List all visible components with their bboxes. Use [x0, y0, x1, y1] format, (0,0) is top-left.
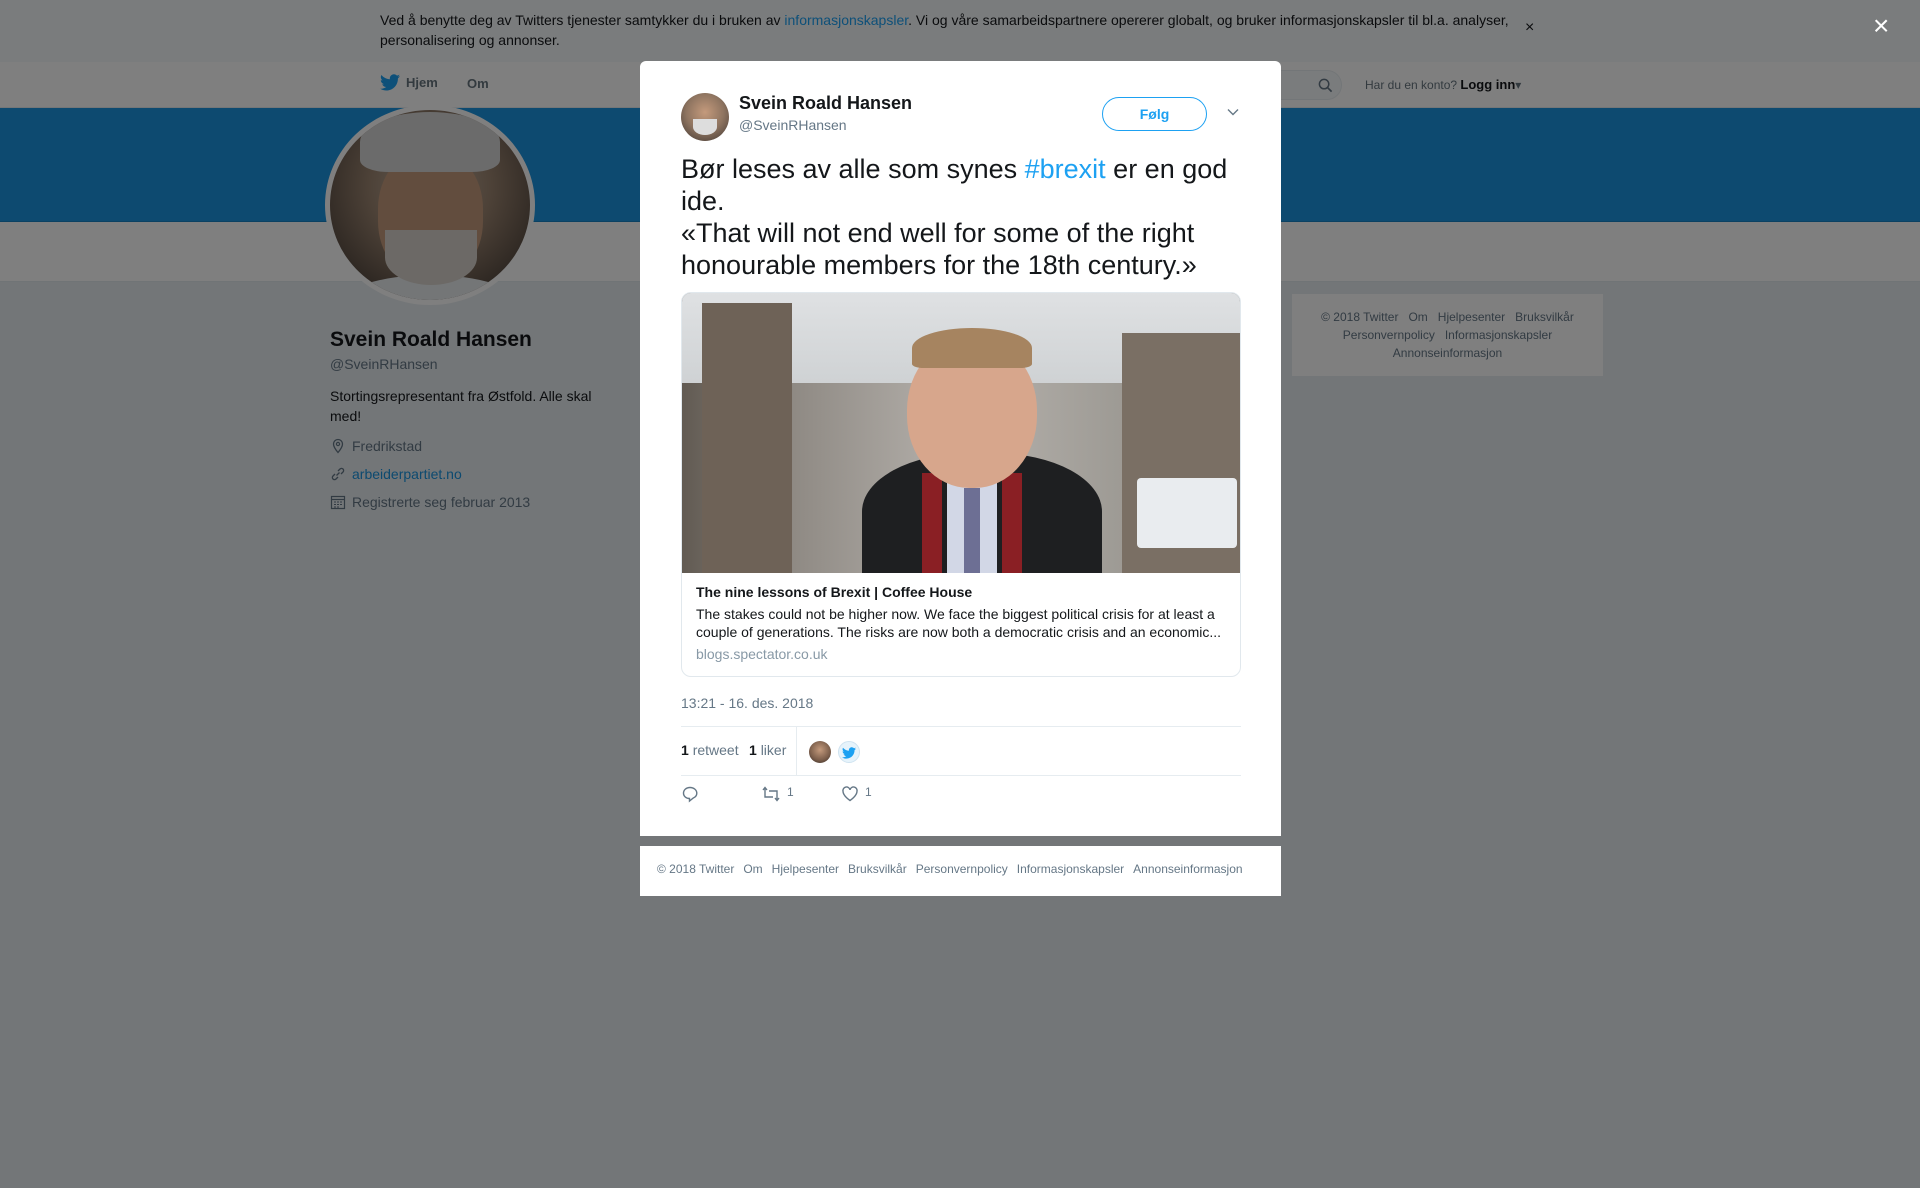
- tweet-actions: 1 1: [681, 785, 1241, 815]
- footer-link[interactable]: Informasjonskapsler: [1017, 862, 1124, 876]
- reply-icon: [682, 786, 698, 803]
- likes-stat[interactable]: 1 liker: [749, 742, 786, 758]
- tweet-text: Bør leses av alle som synes #brexit er e…: [681, 154, 1228, 280]
- footer-link[interactable]: Annonseinformasjon: [1133, 862, 1242, 876]
- chevron-down-icon[interactable]: [1226, 105, 1240, 119]
- retweet-icon: [762, 786, 780, 802]
- twitter-bird-icon: [842, 747, 856, 759]
- retweet-stat[interactable]: 1 retweet: [681, 742, 739, 758]
- card-body: The nine lessons of Brexit | Coffee Hous…: [682, 573, 1240, 676]
- link-card[interactable]: The nine lessons of Brexit | Coffee Hous…: [681, 292, 1241, 677]
- liker-avatar[interactable]: [809, 741, 831, 763]
- tweet-author-avatar[interactable]: [681, 93, 729, 141]
- footer-link[interactable]: Bruksvilkår: [848, 862, 907, 876]
- card-description: The stakes could not be higher now. We f…: [696, 606, 1222, 640]
- card-title: The nine lessons of Brexit | Coffee Hous…: [696, 584, 973, 600]
- tweet-author-handle[interactable]: @SveinRHansen: [739, 117, 847, 133]
- footer-link[interactable]: Om: [743, 862, 762, 876]
- retweet-button[interactable]: 1: [761, 785, 794, 803]
- like-button[interactable]: 1: [841, 785, 872, 803]
- reply-button[interactable]: [681, 785, 705, 803]
- tweet-modal: Svein Roald Hansen @SveinRHansen Følg Bø…: [640, 61, 1281, 836]
- liker-avatar[interactable]: [838, 741, 860, 763]
- card-url: blogs.spectator.co.uk: [696, 646, 828, 662]
- follow-button[interactable]: Følg: [1102, 97, 1207, 131]
- footer-link[interactable]: Personvernpolicy: [916, 862, 1008, 876]
- footer-link[interactable]: Hjelpesenter: [772, 862, 839, 876]
- card-image: [682, 293, 1240, 573]
- tweet-timestamp[interactable]: 13:21 - 16. des. 2018: [681, 695, 813, 711]
- tweet-author-name[interactable]: Svein Roald Hansen: [739, 93, 912, 114]
- heart-icon: [842, 786, 858, 802]
- hashtag-link[interactable]: #brexit: [1025, 154, 1106, 184]
- tweet-stats: 1 retweet 1 liker: [681, 726, 1241, 776]
- footer-link[interactable]: © 2018 Twitter: [657, 862, 734, 876]
- stats-divider: [796, 727, 797, 775]
- close-icon[interactable]: ×: [1873, 12, 1889, 40]
- modal-footer: © 2018 Twitter Om Hjelpesenter Bruksvilkår P…: [640, 846, 1281, 896]
